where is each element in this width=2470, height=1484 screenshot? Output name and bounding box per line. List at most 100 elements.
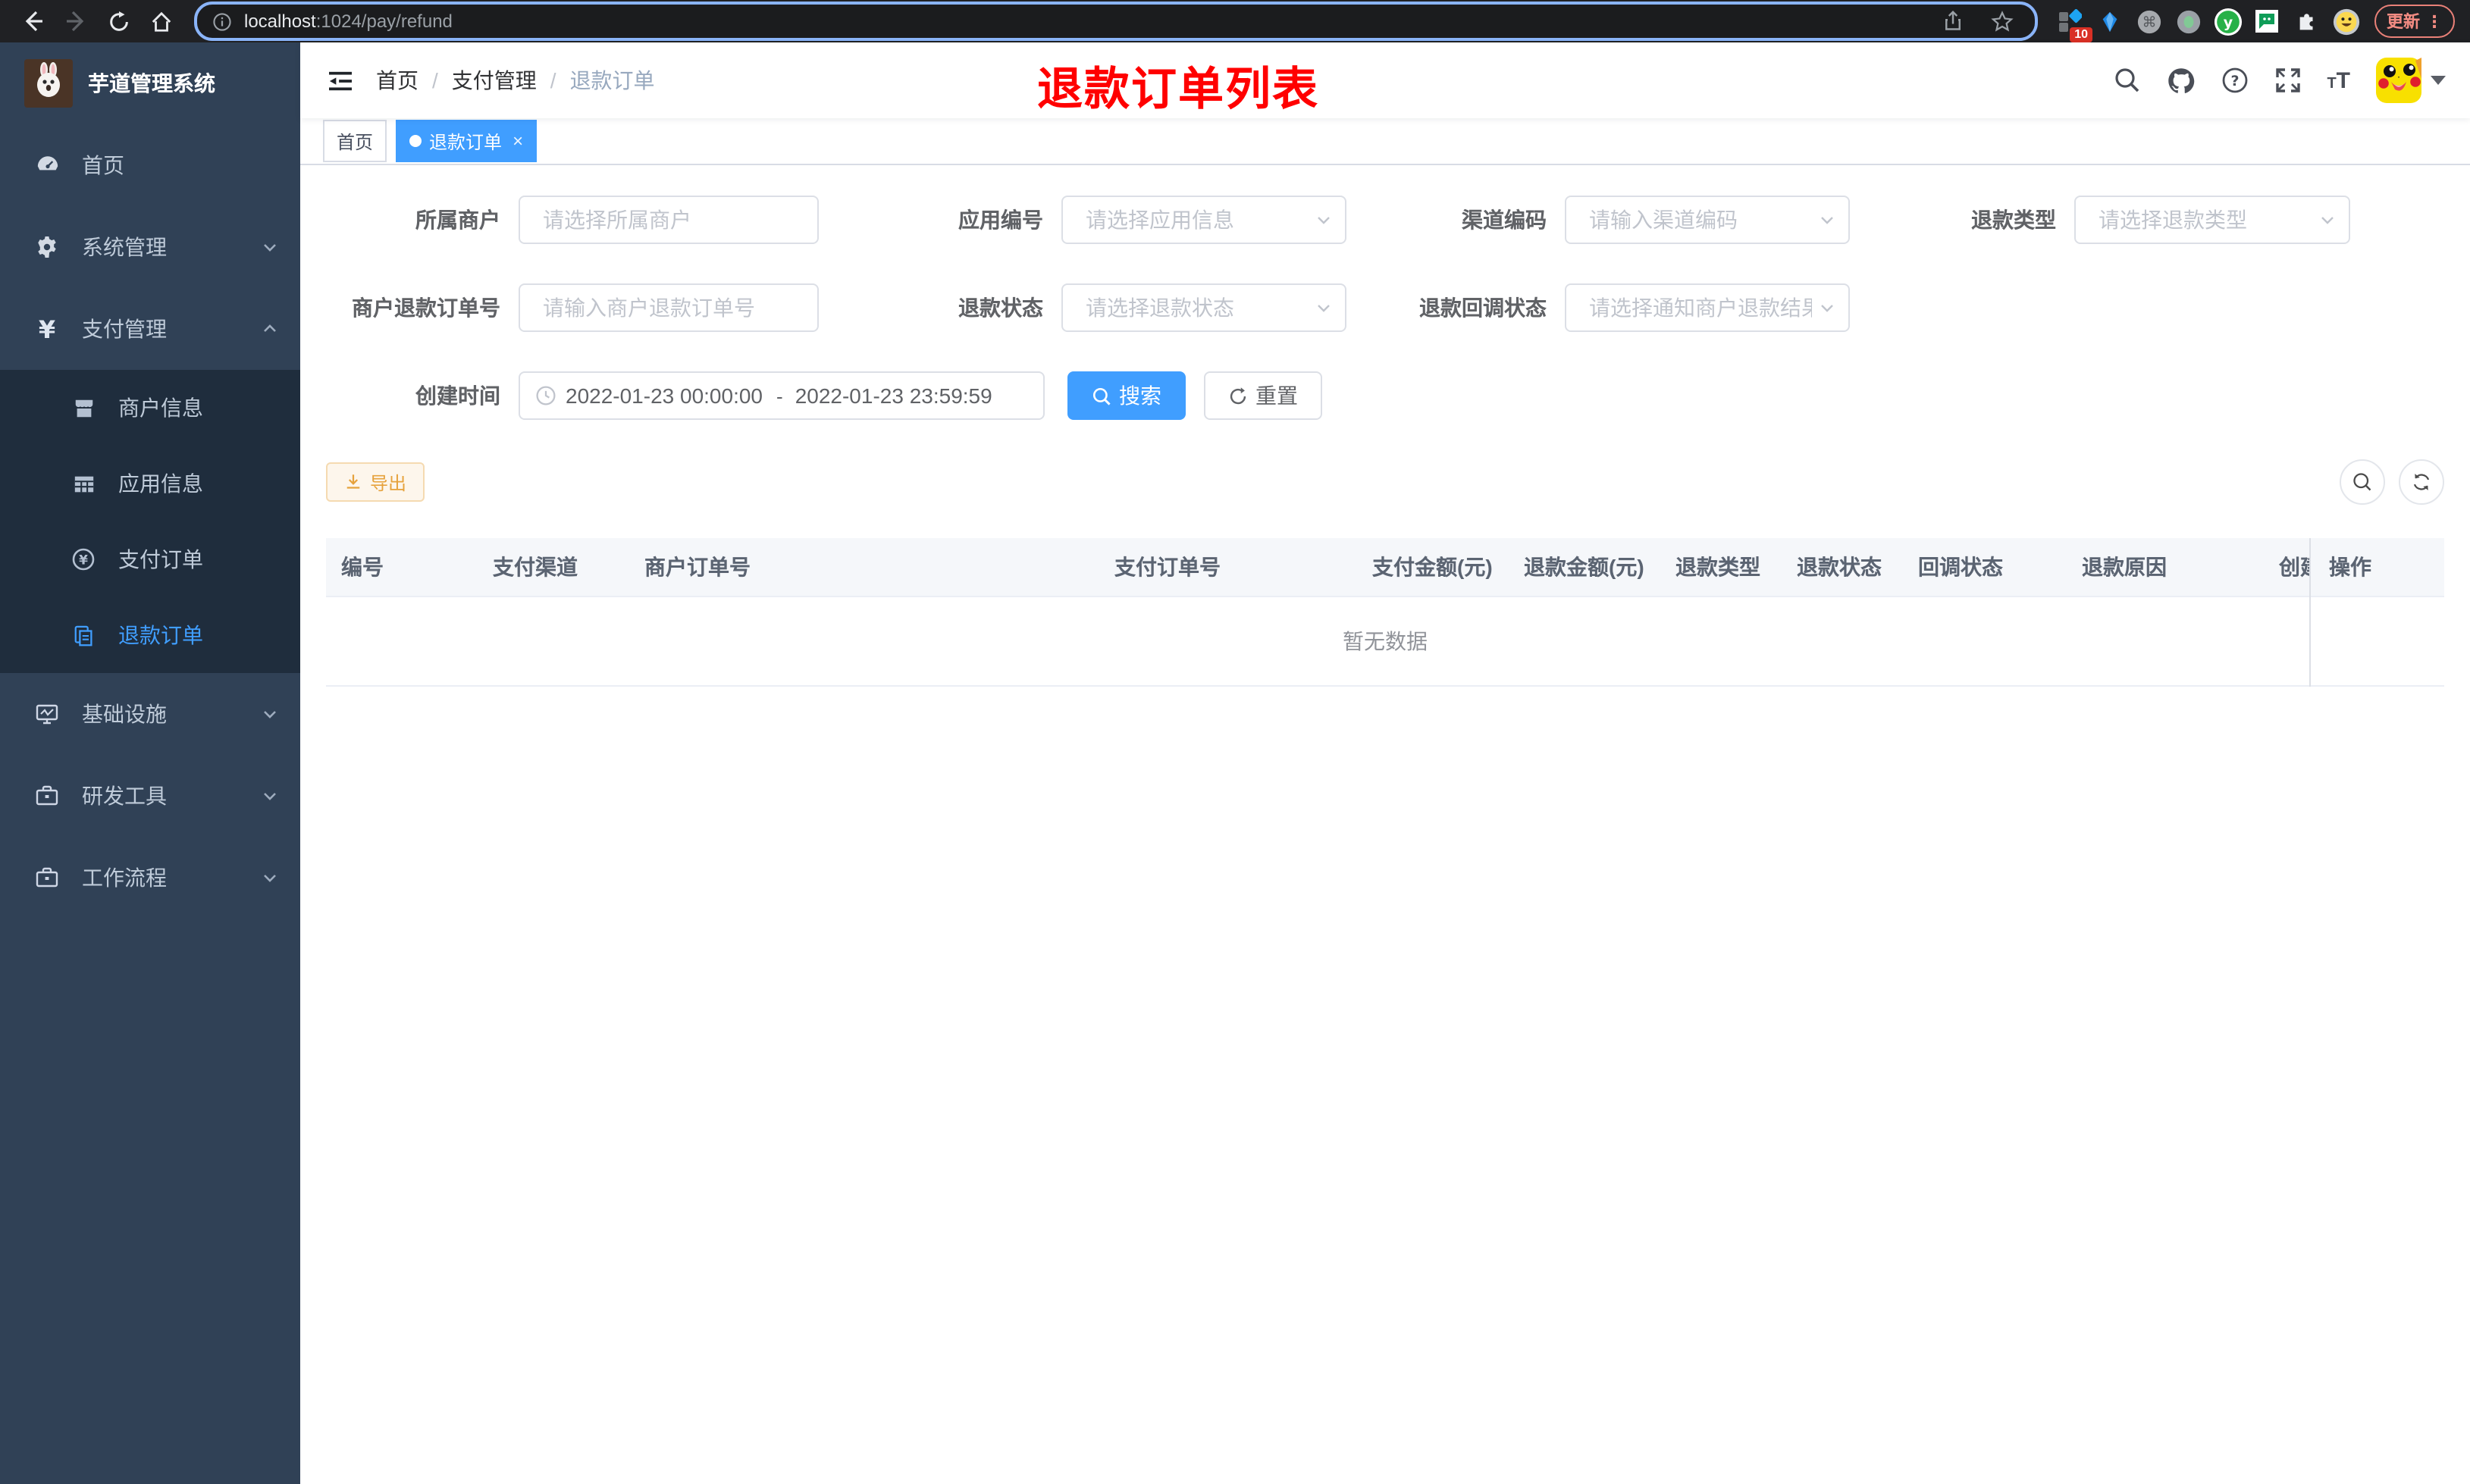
date-start[interactable]: 2022-01-23 00:00:00 xyxy=(566,384,764,408)
avatar xyxy=(2376,58,2421,103)
share-icon[interactable] xyxy=(1935,3,1971,39)
date-range-picker[interactable]: 2022-01-23 00:00:00 - 2022-01-23 23:59:5… xyxy=(519,371,1045,420)
refund-type-select[interactable]: 请选择退款类型 xyxy=(2074,196,2350,244)
sidebar-item-devtools[interactable]: 研发工具 xyxy=(0,755,300,837)
logo-rabbit-icon xyxy=(24,59,73,108)
filter-refund-status: 退款状态 请选择退款状态 xyxy=(898,283,1346,332)
sidebar-item-home[interactable]: 首页 xyxy=(0,124,300,206)
sidebar-item-label: 商户信息 xyxy=(118,396,203,420)
gear-icon xyxy=(30,235,64,259)
home-icon[interactable] xyxy=(143,3,179,39)
navbar: 首页 / 支付管理 / 退款订单 退款订单列表 ? TT xyxy=(300,42,2470,118)
merchant-refund-no-field[interactable] xyxy=(543,296,805,320)
sidebar-item-workflow[interactable]: 工作流程 xyxy=(0,837,300,919)
col-merchant-order-no: 商户订单号 xyxy=(644,555,751,579)
app-title: 芋道管理系统 xyxy=(88,71,215,95)
profile-avatar-icon[interactable] xyxy=(2329,3,2362,39)
sidebar-item-label: 首页 xyxy=(82,153,124,177)
sidebar-item-refund-order[interactable]: 退款订单 xyxy=(0,597,300,673)
close-icon[interactable]: × xyxy=(512,130,523,152)
refresh-table-button[interactable] xyxy=(2399,459,2444,505)
sidebar-item-merchant-info[interactable]: 商户信息 xyxy=(0,370,300,446)
github-icon[interactable] xyxy=(2166,66,2195,95)
download-icon xyxy=(346,474,360,489)
fullscreen-icon[interactable] xyxy=(2274,67,2301,94)
field-label: 渠道编码 xyxy=(1462,208,1547,232)
date-end[interactable]: 2022-01-23 23:59:59 xyxy=(795,384,994,408)
filter-row-1: 所属商户 应用编号 请选择应用信息 渠道编码 请输入渠道编码 xyxy=(326,196,2444,244)
sidebar: 芋道管理系统 首页 系统管理 ¥ 支付管理 商户信息 应用信息 ¥ 支付订单 退… xyxy=(0,42,300,1484)
chevron-down-icon xyxy=(261,787,279,805)
refund-status-select[interactable]: 请选择退款状态 xyxy=(1061,283,1346,332)
merchant-refund-no-input[interactable] xyxy=(519,283,819,332)
sidebar-item-infra[interactable]: 基础设施 xyxy=(0,673,300,755)
fixed-column-divider xyxy=(2309,538,2311,687)
breadcrumb-pay[interactable]: 支付管理 xyxy=(452,65,537,95)
extension-chat-icon[interactable] xyxy=(2250,3,2283,39)
filter-app: 应用编号 请选择应用信息 xyxy=(898,196,1346,244)
search-button[interactable]: 搜索 xyxy=(1067,371,1186,420)
extension-tabs-icon[interactable]: 10 xyxy=(2053,3,2092,42)
url-path: :1024/pay/refund xyxy=(315,11,453,32)
refresh-icon xyxy=(2413,474,2430,490)
clock-icon xyxy=(536,386,556,405)
dashboard-icon xyxy=(30,152,64,178)
extension-gem-icon[interactable] xyxy=(2092,3,2126,39)
reload-icon[interactable] xyxy=(100,3,136,39)
sidebar-item-label: 退款订单 xyxy=(118,623,203,647)
grid-table-icon xyxy=(67,472,100,495)
table-settings xyxy=(2340,459,2444,505)
notify-status-select[interactable]: 请选择通知商户退款结果的 xyxy=(1565,283,1850,332)
filter-merchant: 所属商户 xyxy=(326,196,819,244)
url-bar[interactable]: localhost:1024/pay/refund xyxy=(194,2,2038,41)
sidebar-submenu-pay: 商户信息 应用信息 ¥ 支付订单 退款订单 xyxy=(0,370,300,673)
sidebar-item-label: 研发工具 xyxy=(82,784,167,808)
channel-select[interactable]: 请输入渠道编码 xyxy=(1565,196,1850,244)
extension-badge: 10 xyxy=(2070,27,2092,42)
chevron-down-icon xyxy=(2318,211,2337,229)
col-create-time: 创建时间 xyxy=(2279,555,2311,579)
bookmark-star-icon[interactable] xyxy=(1983,3,2020,39)
merchant-input[interactable] xyxy=(519,196,819,244)
caret-down-icon xyxy=(2431,76,2446,85)
search-icon[interactable] xyxy=(2113,67,2140,94)
extension-y-logo-icon[interactable]: y xyxy=(2211,3,2244,39)
back-icon[interactable] xyxy=(15,3,52,39)
col-id: 编号 xyxy=(341,555,384,579)
filter-channel: 渠道编码 请输入渠道编码 xyxy=(1401,196,1850,244)
svg-text:¥: ¥ xyxy=(79,553,88,568)
app-select[interactable]: 请选择应用信息 xyxy=(1061,196,1346,244)
browser-update-button[interactable]: 更新 ⋮ xyxy=(2374,5,2455,38)
sidebar-toggle-icon[interactable] xyxy=(324,65,355,95)
extension-dot-icon[interactable] xyxy=(2171,3,2205,39)
export-button[interactable]: 导出 xyxy=(326,462,425,502)
chevron-down-icon xyxy=(1315,299,1333,317)
refund-table: 编号 支付渠道 商户订单号 支付订单号 支付金额(元) 退款金额(元) 退款类型… xyxy=(326,538,2444,687)
sidebar-item-pay[interactable]: ¥ 支付管理 xyxy=(0,288,300,370)
screen: localhost:1024/pay/refund 10 ⌘ y 更新 ⋮ 芋道… xyxy=(0,0,2470,1484)
reset-button[interactable]: 重置 xyxy=(1204,371,1322,420)
extension-command-icon[interactable]: ⌘ xyxy=(2132,3,2165,39)
col-refund-type: 退款类型 xyxy=(1675,555,1760,579)
tag-refund-order[interactable]: 退款订单 × xyxy=(396,120,538,162)
forward-icon[interactable] xyxy=(58,3,94,39)
extensions-puzzle-icon[interactable] xyxy=(2290,3,2323,39)
sidebar-item-app-info[interactable]: 应用信息 xyxy=(0,446,300,521)
font-size-icon[interactable]: TT xyxy=(2327,69,2350,92)
sidebar-item-system[interactable]: 系统管理 xyxy=(0,206,300,288)
breadcrumb-current: 退款订单 xyxy=(569,68,655,92)
field-label: 退款状态 xyxy=(958,296,1043,320)
tag-home[interactable]: 首页 xyxy=(323,120,387,162)
breadcrumb-home[interactable]: 首页 xyxy=(376,65,418,95)
chevron-up-icon xyxy=(261,320,279,338)
sidebar-item-pay-order[interactable]: ¥ 支付订单 xyxy=(0,521,300,597)
url-host: localhost xyxy=(244,11,316,32)
help-icon[interactable]: ? xyxy=(2221,67,2248,94)
app-logo[interactable]: 芋道管理系统 xyxy=(0,42,300,124)
user-menu[interactable] xyxy=(2376,58,2446,103)
toggle-search-button[interactable] xyxy=(2340,459,2385,505)
merchant-input-field[interactable] xyxy=(543,208,805,232)
col-actions: 操作 xyxy=(2329,555,2371,579)
col-callback-status: 回调状态 xyxy=(1918,555,2003,579)
monitor-icon xyxy=(30,702,64,726)
